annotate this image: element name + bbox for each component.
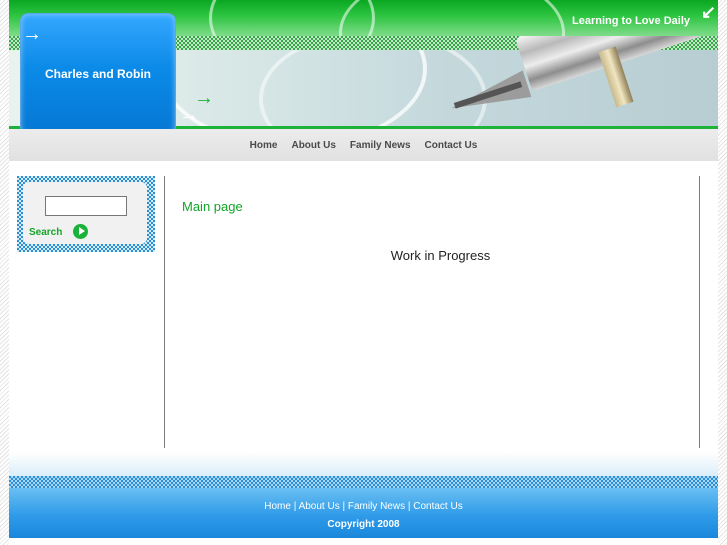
arrow-right-icon: →	[179, 104, 199, 126]
brand-box[interactable]: Charles and Robin	[20, 13, 176, 135]
body-text: Work in Progress	[390, 248, 491, 263]
arrow-right-icon: →	[22, 23, 42, 45]
decor-swirl	[339, 0, 565, 36]
search-go-icon[interactable]	[73, 224, 88, 239]
footer-link-contact-us[interactable]: Contact Us	[413, 501, 462, 512]
page-container: Learning to Love Daily ↙ Charles and Rob…	[9, 0, 718, 545]
footer: Home | About Us | Family News | Contact …	[9, 488, 718, 538]
search-label[interactable]: Search	[29, 227, 62, 238]
footer-fade	[9, 452, 718, 476]
footer-separator: |	[290, 501, 299, 512]
footer-link-about-us[interactable]: About Us	[299, 501, 340, 512]
page-title: Main page	[182, 199, 243, 214]
nav-item-about-us[interactable]: About Us	[291, 140, 335, 151]
main-nav: Home About Us Family News Contact Us	[9, 129, 718, 161]
site-tagline: Learning to Love Daily	[572, 15, 690, 27]
search-panel-inner: Search	[23, 182, 147, 244]
footer-link-family-news[interactable]: Family News	[348, 501, 405, 512]
content-divider-right	[699, 176, 700, 448]
nav-item-contact-us[interactable]: Contact Us	[425, 140, 478, 151]
nav-item-home[interactable]: Home	[250, 140, 278, 151]
brand-name: Charles and Robin	[44, 67, 151, 81]
copyright-text: Copyright 2008	[327, 519, 400, 530]
footer-link-home[interactable]: Home	[264, 501, 291, 512]
footer-separator: |	[339, 501, 348, 512]
corner-arrow-icon: ↙	[700, 2, 716, 22]
footer-links: Home | About Us | Family News | Contact …	[9, 501, 718, 512]
search-input[interactable]	[45, 196, 127, 216]
content-divider-left	[164, 176, 165, 448]
nav-item-family-news[interactable]: Family News	[350, 140, 411, 151]
search-panel: Search	[17, 176, 155, 252]
footer-checker-strip	[9, 476, 718, 488]
